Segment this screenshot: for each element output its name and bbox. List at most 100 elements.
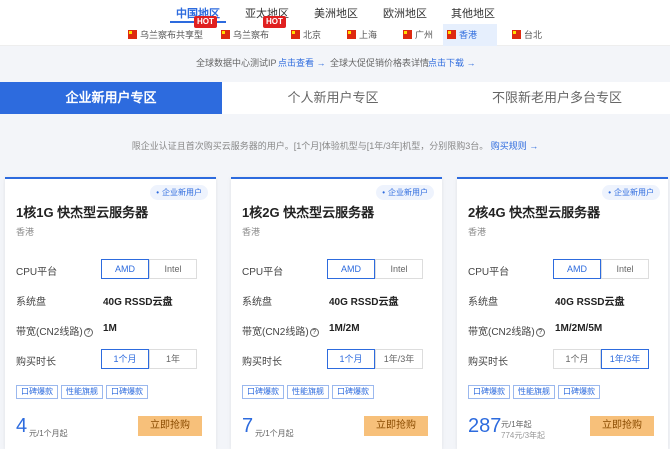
china-flag-icon	[403, 30, 412, 39]
product-title: 2核4G 快杰型云服务器	[468, 205, 601, 220]
duration-label: 购买时长	[16, 357, 56, 368]
duration-option-1y3y[interactable]: 1年/3年	[601, 349, 649, 369]
disk-label: 系统盘	[242, 297, 272, 308]
page: 中国地区 亚太地区 美洲地区 欧洲地区 其他地区 乌兰察布共享型 HOT 乌兰察…	[0, 0, 670, 449]
cpu-label: CPU平台	[16, 267, 58, 278]
zone-tabs: 企业新用户专区 个人新用户专区 不限新老用户多台专区	[0, 82, 670, 114]
city-label: 广州	[415, 30, 434, 40]
product-region: 香港	[468, 227, 487, 237]
city-label: 上海	[359, 30, 378, 40]
product-card-1c2g: 企业新用户 1核2G 快杰型云服务器 香港 CPU平台 AMD Intel 系统…	[231, 177, 442, 449]
bandwidth-label: 带宽(CN2线路)?	[242, 323, 319, 338]
tab-unlimited-multi[interactable]: 不限新老用户多台专区	[444, 82, 670, 114]
tab-americas[interactable]: 美洲地区	[314, 5, 358, 21]
tab-enterprise-new[interactable]: 企业新用户专区	[0, 82, 222, 114]
product-card-1c1g: 企业新用户 1核1G 快杰型云服务器 香港 CPU平台 AMD Intel 系统…	[5, 177, 216, 449]
price-unit: 元/1个月起	[29, 429, 68, 438]
tab-europe[interactable]: 欧洲地区	[383, 5, 427, 21]
city-ulanqab-shared[interactable]: 乌兰察布共享型 HOT	[128, 16, 217, 46]
city-label: 台北	[524, 30, 543, 40]
city-guangzhou[interactable]: 广州	[403, 24, 433, 46]
duration-option-1y3y[interactable]: 1年/3年	[375, 349, 423, 369]
city-shanghai[interactable]: 上海	[347, 24, 377, 46]
city-label: 乌兰察布共享型	[140, 30, 204, 40]
city-taipei[interactable]: 台北	[512, 24, 542, 46]
city-ulanqab[interactable]: 乌兰察布 HOT	[221, 16, 286, 46]
bandwidth-value: 1M/2M/5M	[555, 323, 603, 334]
city-label: 香港	[459, 30, 478, 40]
price-list-text: 全球大促促销价格表详情	[330, 58, 430, 68]
city-beijing[interactable]: 北京	[291, 24, 321, 46]
price-value: 4	[16, 415, 28, 437]
help-icon[interactable]: ?	[83, 327, 93, 337]
bandwidth-label-text: 带宽(CN2线路)	[468, 327, 535, 338]
cpu-option-intel[interactable]: Intel	[375, 259, 423, 279]
china-flag-icon	[347, 30, 356, 39]
china-flag-icon	[221, 30, 230, 39]
duration-option-1year[interactable]: 1年	[149, 349, 197, 369]
duration-option-1month[interactable]: 1个月	[327, 349, 375, 369]
notice-text: 限企业认证且首次购买云服务器的用户。[1个月]体验机型与[1年/3年]机型，分别…	[131, 141, 489, 151]
china-flag-icon	[447, 30, 456, 39]
cpu-option-intel[interactable]: Intel	[149, 259, 197, 279]
disk-value: 40G RSSD云盘	[555, 297, 625, 308]
bandwidth-value: 1M	[103, 323, 117, 334]
buy-button[interactable]: 立即抢购	[364, 416, 428, 436]
city-hongkong[interactable]: 香港	[443, 24, 497, 46]
feature-tag: 口碑爆款	[16, 385, 58, 399]
cpu-label: CPU平台	[242, 267, 284, 278]
tab-other[interactable]: 其他地区	[451, 5, 495, 21]
duration-option-1month[interactable]: 1个月	[553, 349, 601, 369]
enterprise-badge: 企业新用户	[376, 185, 434, 200]
price-list-download-link[interactable]: 点击下载 →	[428, 56, 476, 69]
hot-badge: HOT	[194, 16, 217, 28]
bandwidth-label: 带宽(CN2线路)?	[468, 323, 545, 338]
feature-tag: 性能旗舰	[61, 385, 103, 399]
region-tabs: 中国地区 亚太地区 美洲地区 欧洲地区 其他地区	[0, 0, 670, 24]
duration-label: 购买时长	[242, 357, 282, 368]
buy-button[interactable]: 立即抢购	[138, 416, 202, 436]
bandwidth-label-text: 带宽(CN2线路)	[16, 327, 83, 338]
cpu-option-amd[interactable]: AMD	[101, 259, 149, 279]
hot-badge: HOT	[263, 16, 286, 28]
product-title: 1核1G 快杰型云服务器	[16, 205, 149, 220]
city-label: 北京	[303, 30, 322, 40]
city-row: 乌兰察布共享型 HOT 乌兰察布 HOT 北京 上海 广州 香港 台北	[0, 16, 670, 46]
price-sub: 774元/3年起	[501, 431, 546, 440]
bandwidth-label-text: 带宽(CN2线路)	[242, 327, 309, 338]
buy-button[interactable]: 立即抢购	[590, 416, 654, 436]
disk-value: 40G RSSD云盘	[329, 297, 399, 308]
feature-tag: 口碑爆款	[106, 385, 148, 399]
feature-tag: 口碑爆款	[332, 385, 374, 399]
feature-tag: 口碑爆款	[242, 385, 284, 399]
disk-value: 40G RSSD云盘	[103, 297, 173, 308]
tab-personal-new[interactable]: 个人新用户专区	[222, 82, 444, 114]
feature-tag: 性能旗舰	[287, 385, 329, 399]
purchase-notice: 限企业认证且首次购买云服务器的用户。[1个月]体验机型与[1年/3年]机型，分别…	[0, 139, 670, 152]
cpu-option-amd[interactable]: AMD	[553, 259, 601, 279]
speed-test-row: 全球数据中心测试IP 点击查看 → 全球大促促销价格表详情 点击下载 →	[0, 56, 670, 72]
product-card-2c4g: 企业新用户 2核4G 快杰型云服务器 香港 CPU平台 AMD Intel 系统…	[457, 177, 668, 449]
city-label: 乌兰察布	[233, 30, 270, 40]
duration-label: 购买时长	[468, 357, 508, 368]
cpu-label: CPU平台	[468, 267, 510, 278]
product-region: 香港	[16, 227, 35, 237]
purchase-rules-link[interactable]: 购买规则 →	[491, 141, 539, 151]
enterprise-badge: 企业新用户	[602, 185, 660, 200]
help-icon[interactable]: ?	[309, 327, 319, 337]
feature-tag: 性能旗舰	[513, 385, 555, 399]
product-title: 1核2G 快杰型云服务器	[242, 205, 375, 220]
product-region: 香港	[242, 227, 261, 237]
price-value: 287	[468, 415, 502, 437]
cpu-option-amd[interactable]: AMD	[327, 259, 375, 279]
help-icon[interactable]: ?	[535, 327, 545, 337]
duration-option-1month[interactable]: 1个月	[101, 349, 149, 369]
enterprise-badge: 企业新用户	[150, 185, 208, 200]
price-value: 7	[242, 415, 254, 437]
speed-test-link[interactable]: 点击查看 →	[278, 56, 326, 69]
china-flag-icon	[128, 30, 137, 39]
cpu-option-intel[interactable]: Intel	[601, 259, 649, 279]
bandwidth-value: 1M/2M	[329, 323, 360, 334]
bandwidth-label: 带宽(CN2线路)?	[16, 323, 93, 338]
china-flag-icon	[291, 30, 300, 39]
